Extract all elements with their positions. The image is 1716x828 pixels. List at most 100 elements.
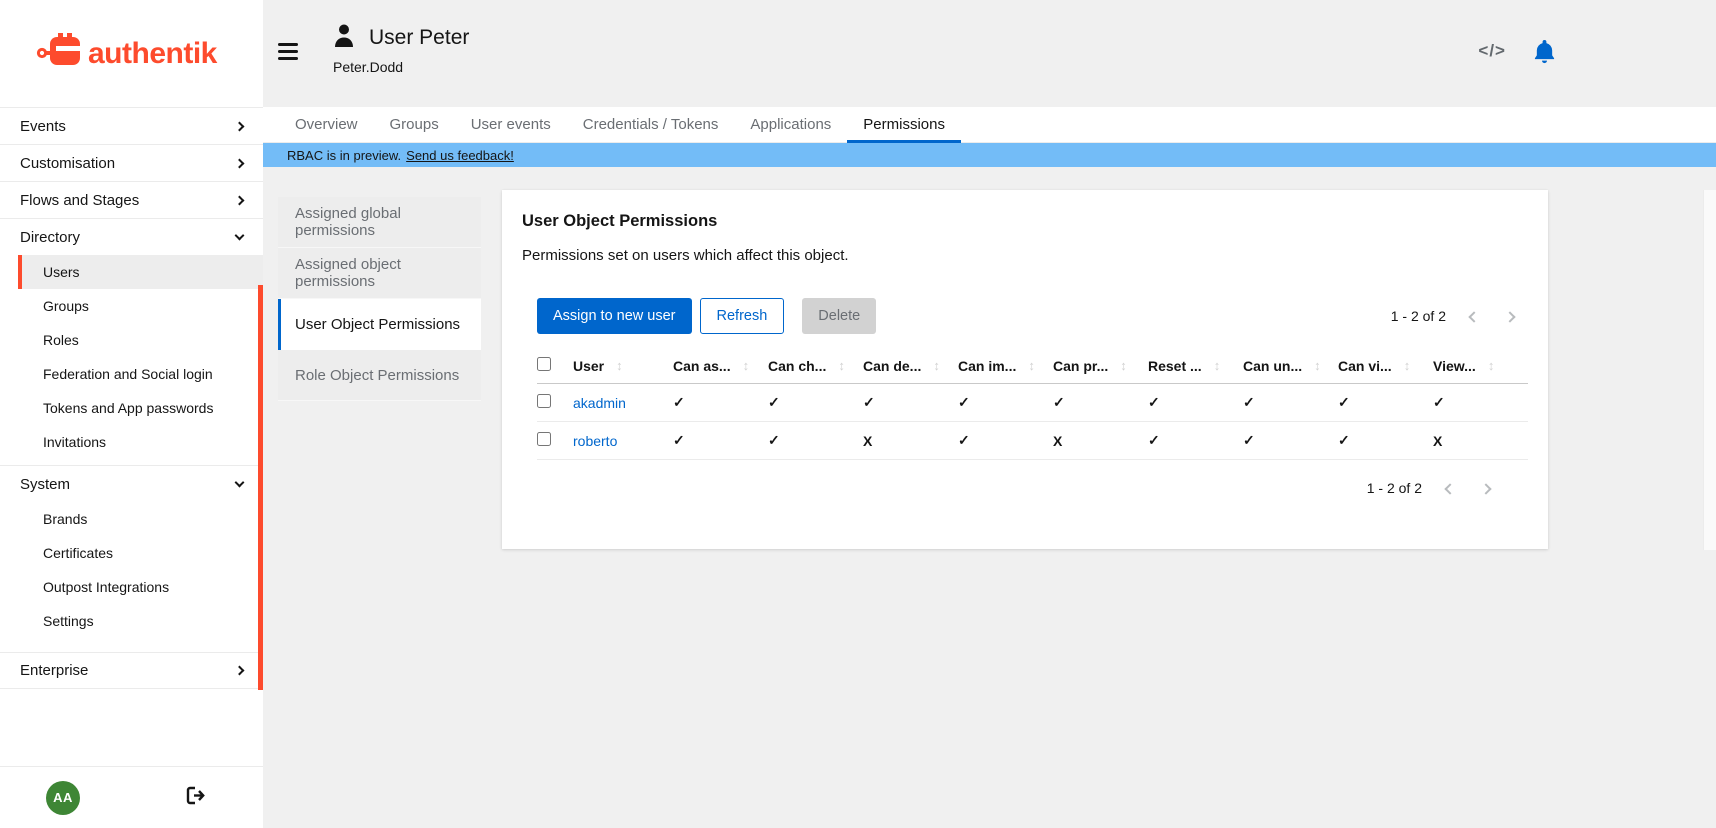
user-icon: [333, 24, 355, 52]
pagination-next-button[interactable]: [1492, 304, 1528, 328]
chevron-left-icon: [1468, 311, 1479, 322]
perm-value: ✓: [673, 394, 685, 411]
card-title: User Object Permissions: [522, 212, 1528, 231]
sidebar-item-invitations[interactable]: Invitations: [0, 425, 263, 459]
sort-icon[interactable]: ↕: [1028, 358, 1035, 373]
sort-icon[interactable]: ↕: [1404, 358, 1411, 373]
sidebar-item-tokens[interactable]: Tokens and App passwords: [0, 391, 263, 425]
tab-credentials-tokens[interactable]: Credentials / Tokens: [567, 107, 735, 142]
assign-to-new-user-button[interactable]: Assign to new user: [537, 298, 692, 334]
sidebar-item-enterprise[interactable]: Enterprise: [0, 652, 263, 689]
page-title: User Peter: [369, 26, 469, 50]
pagination-top: 1 - 2 of 2: [1391, 304, 1528, 328]
select-all-checkbox[interactable]: [537, 357, 551, 371]
sidebar-item-label: Enterprise: [20, 662, 88, 679]
subtab-role-object-permissions[interactable]: Role Object Permissions: [278, 350, 481, 401]
sort-icon[interactable]: ↕: [743, 358, 750, 373]
sort-icon[interactable]: ↕: [1120, 358, 1127, 373]
avatar[interactable]: AA: [46, 781, 80, 815]
sidebar-item-label: Directory: [20, 229, 80, 246]
row-checkbox[interactable]: [537, 394, 551, 408]
authentik-wordmark: authentik: [88, 37, 217, 71]
card-description: Permissions set on users which affect th…: [522, 247, 1528, 264]
sidebar-item-groups[interactable]: Groups: [0, 289, 263, 323]
sidebar-item-outpost-integrations[interactable]: Outpost Integrations: [0, 570, 263, 604]
tab-permissions[interactable]: Permissions: [847, 107, 961, 142]
api-code-icon[interactable]: </>: [1478, 41, 1506, 61]
tab-groups[interactable]: Groups: [374, 107, 455, 142]
feedback-link[interactable]: Send us feedback!: [406, 148, 514, 163]
perm-value: ✓: [1338, 394, 1350, 411]
refresh-button[interactable]: Refresh: [700, 298, 785, 334]
pagination-prev-button[interactable]: [1432, 476, 1468, 500]
column-header-can-ch: Can ch... ↕: [768, 358, 863, 374]
subtab-assigned-global-permissions[interactable]: Assigned global permissions: [278, 197, 481, 248]
user-link[interactable]: roberto: [573, 433, 617, 449]
sort-icon[interactable]: ↕: [616, 358, 623, 373]
sidebar-item-customisation[interactable]: Customisation: [0, 144, 263, 181]
perm-value: X: [1053, 433, 1062, 449]
sort-icon[interactable]: ↕: [1314, 358, 1321, 373]
subtab-label: Role Object Permissions: [295, 367, 459, 384]
tab-label: Applications: [750, 116, 831, 133]
sidebar-item-label: Brands: [43, 511, 87, 527]
sort-icon[interactable]: ↕: [838, 358, 845, 373]
sidebar-item-roles[interactable]: Roles: [0, 323, 263, 357]
sidebar-item-settings[interactable]: Settings: [0, 604, 263, 638]
sidebar-item-system[interactable]: System: [0, 465, 263, 502]
chevron-right-icon: [1480, 483, 1491, 494]
chevron-right-icon: [1504, 311, 1515, 322]
sidebar-item-label: Federation and Social login: [43, 366, 213, 382]
row-checkbox[interactable]: [537, 432, 551, 446]
sidebar-item-users[interactable]: Users: [18, 255, 263, 289]
user-link[interactable]: akadmin: [573, 395, 626, 411]
select-all-checkbox-cell: [537, 357, 573, 374]
sidebar-item-federation[interactable]: Federation and Social login: [0, 357, 263, 391]
column-header-can-im: Can im...↕: [958, 358, 1053, 374]
column-label: User: [573, 358, 604, 374]
sidebar-item-label: Tokens and App passwords: [43, 400, 213, 416]
subtab-user-object-permissions[interactable]: User Object Permissions: [278, 299, 481, 350]
subtab-assigned-object-permissions[interactable]: Assigned object permissions: [278, 248, 481, 299]
hamburger-menu-icon[interactable]: [278, 43, 298, 64]
content-scrollbar[interactable]: [1703, 190, 1716, 550]
sort-icon[interactable]: ↕: [933, 358, 940, 373]
user-object-permissions-card: User Object Permissions Permissions set …: [502, 190, 1548, 549]
chevron-left-icon: [1444, 483, 1455, 494]
sidebar-item-certificates[interactable]: Certificates: [0, 536, 263, 570]
spacer: [0, 638, 263, 652]
chevron-right-icon: [235, 195, 245, 205]
chevron-down-icon: [235, 478, 245, 488]
tab-label: Permissions: [863, 116, 945, 133]
chevron-right-icon: [235, 121, 245, 131]
tab-overview[interactable]: Overview: [279, 107, 374, 142]
pagination-bottom: 1 - 2 of 2: [522, 476, 1504, 500]
sort-icon[interactable]: ↕: [1488, 358, 1495, 373]
tab-user-events[interactable]: User events: [455, 107, 567, 142]
tab-applications[interactable]: Applications: [734, 107, 847, 142]
perm-value: ✓: [1243, 394, 1255, 411]
sort-icon[interactable]: ↕: [1214, 358, 1221, 373]
sidebar-item-events[interactable]: Events: [0, 107, 263, 144]
perm-value: ✓: [768, 394, 780, 411]
table-row: roberto ✓ ✓ X ✓ X ✓ ✓ ✓ X: [537, 422, 1528, 460]
permissions-subtabs: Assigned global permissions Assigned obj…: [278, 197, 481, 401]
authentik-logo[interactable]: authentik: [36, 31, 217, 76]
notifications-bell-icon[interactable]: [1533, 39, 1556, 69]
subtab-label: Assigned global permissions: [295, 205, 481, 239]
sidebar-item-flows-and-stages[interactable]: Flows and Stages: [0, 181, 263, 218]
sidebar-item-label: Users: [43, 264, 80, 280]
column-header-view: View...↕: [1433, 358, 1528, 374]
pagination-label: 1 - 2 of 2: [1391, 308, 1446, 324]
chevron-right-icon: [235, 158, 245, 168]
column-label: Can vi...: [1338, 358, 1392, 374]
logout-icon[interactable]: [186, 786, 207, 810]
sidebar-item-brands[interactable]: Brands: [0, 502, 263, 536]
sidebar-scrollbar-thumb[interactable]: [258, 285, 263, 690]
sidebar-item-directory[interactable]: Directory: [0, 218, 263, 255]
pagination-next-button[interactable]: [1468, 476, 1504, 500]
column-label: Can pr...: [1053, 358, 1108, 374]
sidebar-item-label: Settings: [43, 613, 94, 629]
pagination-prev-button[interactable]: [1456, 304, 1492, 328]
column-label: Can ch...: [768, 358, 826, 374]
